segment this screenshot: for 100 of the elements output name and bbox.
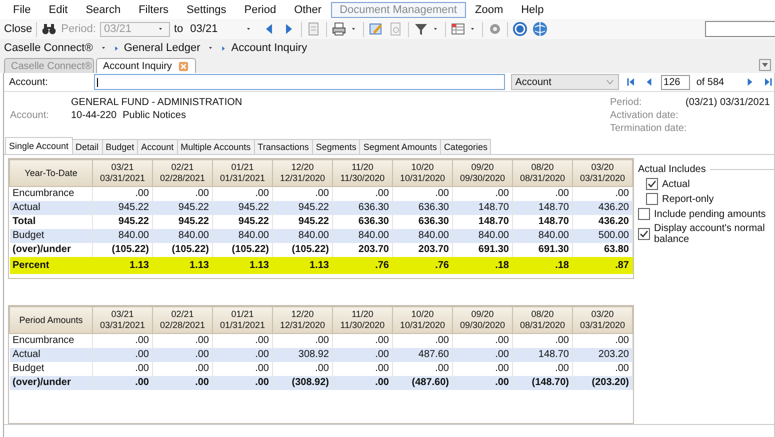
column-header: 01/21 01/31/2021: [212, 160, 272, 186]
row-label: Percent: [10, 257, 92, 274]
table-cell: .00: [332, 348, 392, 362]
table-cell: .00: [332, 376, 392, 390]
tab[interactable]: Detail: [72, 139, 103, 154]
column-header: 03/20 03/31/2020: [572, 306, 632, 334]
document-tab[interactable]: Account Inquiry: [96, 58, 196, 73]
table-cell: 840.00: [272, 229, 332, 243]
table-cell: 1.13: [272, 257, 332, 274]
checkbox[interactable]: [638, 228, 650, 240]
help-icon[interactable]: [512, 21, 528, 37]
table-cell: (487.60): [392, 376, 452, 390]
column-header: 12/20 12/31/2020: [272, 160, 332, 186]
tab[interactable]: Account: [137, 139, 178, 154]
table-cell: .00: [152, 348, 212, 362]
table-cell: 148.70: [452, 201, 512, 215]
period-to-field[interactable]: 03/21: [187, 22, 258, 36]
edit-icon[interactable]: [368, 21, 384, 37]
table-cell: 945.22: [92, 201, 152, 215]
chevron-icon: [112, 44, 120, 52]
menu-item[interactable]: File: [4, 2, 40, 18]
lookup-dropdown[interactable]: Account: [511, 74, 619, 90]
table-cell: .18: [512, 257, 572, 274]
table-cell: 840.00: [452, 229, 512, 243]
column-header: 09/20 09/30/2020: [452, 306, 512, 334]
table-cell: .76: [332, 257, 392, 274]
checkbox-label: Display account's normal balance: [654, 223, 766, 245]
tab[interactable]: Single Account: [5, 137, 73, 154]
table-cell: .76: [392, 257, 452, 274]
column-header: 12/20 12/31/2020: [272, 306, 332, 334]
breadcrumb-item[interactable]: Account Inquiry: [231, 42, 308, 54]
filter-icon[interactable]: [413, 21, 430, 37]
table-cell: 840.00: [212, 229, 272, 243]
record-field[interactable]: 126: [660, 74, 690, 90]
activation-date-label: Activation date:: [610, 110, 680, 121]
checkbox[interactable]: [646, 178, 658, 190]
account-field[interactable]: [94, 74, 506, 90]
tab[interactable]: Segments: [312, 139, 360, 154]
table-cell: (308.92): [272, 376, 332, 390]
row-label: Actual: [10, 201, 92, 215]
tab[interactable]: Categories: [440, 139, 492, 154]
account-label: Account:: [10, 110, 50, 121]
table-cell: 840.00: [512, 229, 572, 243]
column-header: Period Amounts: [10, 306, 92, 334]
menu-item[interactable]: Period: [235, 2, 286, 18]
table-cell: 148.70: [512, 348, 572, 362]
table-cell: 1.13: [212, 257, 272, 274]
table-cell: .00: [92, 348, 152, 362]
column-header: 03/21 03/31/2021: [92, 306, 152, 334]
menu-item[interactable]: Help: [512, 2, 553, 18]
account-number: 10-44-220: [71, 110, 117, 121]
menu-item[interactable]: Other: [285, 2, 331, 18]
table-cell: 1.13: [92, 257, 152, 274]
menu-item[interactable]: Zoom: [466, 2, 512, 18]
tab[interactable]: Transactions: [254, 139, 313, 154]
table-cell: .00: [92, 376, 152, 390]
first-icon[interactable]: [624, 76, 637, 88]
account-label: Account:: [9, 76, 49, 88]
table-cell: 840.00: [392, 229, 452, 243]
table-cell: 840.00: [92, 229, 152, 243]
tab[interactable]: Segment Amounts: [359, 139, 441, 154]
column-header: 08/20 08/31/2020: [512, 160, 572, 186]
table-cell: 500.00: [572, 229, 632, 243]
table-cell: 840.00: [332, 229, 392, 243]
table-cell: 840.00: [152, 229, 212, 243]
row-label: (over)/under: [10, 376, 92, 390]
column-header: 01/21 01/31/2021: [212, 306, 272, 334]
breadcrumb-item[interactable]: Caselle Connect®: [4, 42, 93, 54]
column-header: 10/20 10/31/2020: [392, 160, 452, 186]
binoculars-icon[interactable]: [41, 21, 58, 37]
termination-date-label: Termination date:: [610, 123, 688, 134]
menu-item[interactable]: Settings: [178, 2, 236, 18]
checkbox[interactable]: [638, 208, 650, 220]
menu-item[interactable]: Filters: [130, 2, 178, 18]
chevron-icon: [220, 44, 228, 52]
breadcrumb-item[interactable]: General Ledger: [124, 42, 200, 54]
menu-item[interactable]: Search: [76, 2, 130, 18]
globe-icon[interactable]: [532, 21, 548, 37]
dropdown-icon: [604, 77, 615, 87]
table-cell: .00: [152, 376, 212, 390]
column-header: 10/20 10/31/2020: [392, 306, 452, 334]
menu-item[interactable]: Edit: [40, 2, 77, 18]
period-value: (03/21) 03/31/2021: [685, 97, 770, 108]
checkbox[interactable]: [646, 193, 658, 205]
last-icon[interactable]: [762, 76, 774, 88]
table-cell: 148.70: [512, 201, 572, 215]
table-cell: 636.30: [332, 201, 392, 215]
printer-icon[interactable]: [331, 21, 348, 37]
table-cell: .00: [212, 348, 272, 362]
table-cell: 945.22: [272, 201, 332, 215]
grid-icon[interactable]: [450, 21, 466, 37]
period-label: Period:: [610, 97, 643, 108]
column-header: 02/21 02/28/2021: [152, 160, 212, 186]
to-label: to: [174, 23, 184, 35]
search-field[interactable]: [705, 21, 775, 37]
dropdown-icon[interactable]: [759, 59, 771, 71]
tab[interactable]: Budget: [102, 139, 138, 154]
close-button[interactable]: Close: [4, 23, 32, 35]
period-label: Period:: [61, 23, 96, 35]
tab[interactable]: Multiple Accounts: [176, 139, 255, 154]
